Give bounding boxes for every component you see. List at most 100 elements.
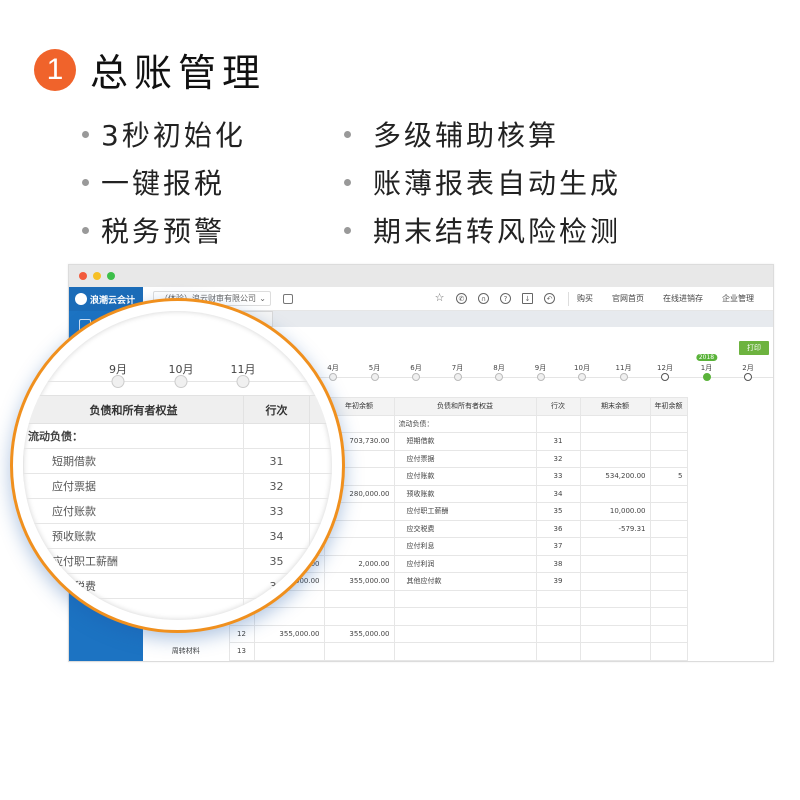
table-cell xyxy=(649,432,688,451)
timeline-dot[interactable] xyxy=(412,373,420,381)
timeline-dot[interactable] xyxy=(370,373,379,381)
table-cell xyxy=(393,624,537,643)
timeline-dot[interactable] xyxy=(236,375,250,388)
feature-item: 期末结转风险检测 xyxy=(344,210,621,250)
export-icon[interactable]: ↓ xyxy=(522,293,533,304)
col-header: 年初余额 xyxy=(649,397,688,416)
table-cell xyxy=(535,589,581,608)
headset-icon[interactable]: ∩ xyxy=(478,293,489,304)
account-name: 应付票据 xyxy=(23,473,244,499)
row-number: 32 xyxy=(243,473,310,499)
timeline-month[interactable]: 5月 xyxy=(369,363,380,373)
table-cell: 534,200.00 xyxy=(579,467,651,486)
table-cell: 12 xyxy=(228,624,255,643)
row-number: 35 xyxy=(243,548,310,574)
table-row: 应付职工薪酬 35 xyxy=(23,548,332,574)
table-row: 周转材料 13 xyxy=(143,642,688,661)
back-icon[interactable]: ↶ xyxy=(544,293,555,304)
table-cell: 应交税费 xyxy=(393,519,537,538)
col-header: 行次 xyxy=(243,395,310,424)
bullet-icon xyxy=(344,226,351,234)
table-cell: 2,000.00 xyxy=(323,554,395,573)
account-name: 应付账款 xyxy=(23,498,244,524)
maximize-window-button[interactable] xyxy=(107,272,115,280)
close-window-button[interactable] xyxy=(79,272,87,280)
section-title: 总账管理 xyxy=(90,51,267,95)
table-cell xyxy=(393,607,537,626)
table-row: 应付账款 33 xyxy=(23,498,332,524)
table-cell: 流动负债： xyxy=(393,414,537,433)
timeline-dot[interactable] xyxy=(536,373,545,381)
table-cell xyxy=(649,519,688,538)
timeline-dot[interactable] xyxy=(702,373,711,381)
help-icon[interactable]: ? xyxy=(500,293,511,304)
table-cell xyxy=(649,642,688,661)
phone-icon[interactable]: ✆ xyxy=(456,293,467,304)
table-cell xyxy=(649,624,688,643)
timeline-dot[interactable] xyxy=(111,375,125,388)
table-cell: 应付利润 xyxy=(393,554,537,573)
timeline-dot[interactable] xyxy=(495,373,503,381)
apps-grid-icon[interactable] xyxy=(283,293,293,304)
account-name: 流动负债： xyxy=(23,423,244,449)
timeline-month[interactable]: 11月 xyxy=(616,363,632,373)
table-cell xyxy=(535,414,581,433)
bullet-icon xyxy=(82,130,89,138)
timeline-dot[interactable] xyxy=(174,375,188,388)
table-cell: 355,000.00 xyxy=(323,624,395,643)
table-cell: 预收账款 xyxy=(393,484,537,503)
feature-item: 税务预警 xyxy=(82,210,225,250)
magnified-table: 负债和所有者权益 行次 流动负债： 短期借款 31 应付票据 32 应付账款 33 预收账款 3… xyxy=(23,395,332,620)
table-cell xyxy=(579,572,651,591)
toolbar-icons: ☆ ✆ ∩ ? ↓ ↶ 购买 官网首页 在线进销存 企业管理 xyxy=(434,291,773,306)
table-cell xyxy=(649,607,688,626)
table-cell: 周转材料 xyxy=(143,642,229,660)
table-cell xyxy=(579,414,651,433)
row-number: 34 xyxy=(243,523,310,549)
row-number: 33 xyxy=(243,498,310,524)
col-header: 负债和所有者权益 xyxy=(393,397,537,416)
feature-item: 多级辅助核算 xyxy=(344,114,559,154)
print-button[interactable]: 打印 xyxy=(739,341,769,355)
table-cell: 其他应付款 xyxy=(393,572,537,591)
account-name: 应付职工薪酬 xyxy=(23,548,244,574)
table-cell xyxy=(579,554,651,573)
timeline-month[interactable]: 7月 xyxy=(452,363,463,373)
table-cell xyxy=(649,572,688,591)
table-row xyxy=(23,598,332,620)
timeline-month[interactable]: 8月 xyxy=(493,363,504,373)
timeline-dot[interactable] xyxy=(661,373,669,381)
bullet-icon xyxy=(344,178,351,186)
timeline-dot[interactable] xyxy=(578,373,586,381)
timeline-month[interactable]: 2月 xyxy=(742,363,753,373)
timeline-dot[interactable] xyxy=(619,373,628,381)
feature-item: 一键报税 xyxy=(82,162,225,202)
nav-link-inventory[interactable]: 在线进销存 xyxy=(663,293,703,304)
timeline-month[interactable]: 1月 xyxy=(701,363,712,373)
table-row: 应付票据 32 xyxy=(23,473,332,499)
star-icon[interactable]: ☆ xyxy=(434,292,445,304)
timeline-dot[interactable] xyxy=(744,373,752,381)
table-cell xyxy=(649,589,688,608)
timeline-month[interactable]: 6月 xyxy=(410,363,421,373)
table-row: 12 355,000.00 355,000.00 xyxy=(143,624,688,643)
table-cell: 31 xyxy=(535,432,581,451)
timeline-month[interactable]: 10月 xyxy=(574,363,590,373)
table-cell: 应付账款 xyxy=(393,467,537,486)
table-cell: 短期借款 xyxy=(393,432,537,451)
table-row: 预收账款 34 xyxy=(23,523,332,549)
timeline-month[interactable]: 12月 xyxy=(657,363,673,373)
nav-link-enterprise[interactable]: 企业管理 xyxy=(722,293,754,304)
table-cell: 34 xyxy=(535,484,581,503)
nav-link-buy[interactable]: 购买 xyxy=(577,293,593,304)
table-cell xyxy=(323,589,395,608)
nav-link-homepage[interactable]: 官网首页 xyxy=(612,293,644,304)
timeline-month[interactable]: 9月 xyxy=(535,363,546,373)
table-cell xyxy=(393,642,537,661)
table-cell: -579.31 xyxy=(579,519,651,538)
feature-item: 账薄报表自动生成 xyxy=(344,162,621,202)
table-cell xyxy=(579,607,651,626)
minimize-window-button[interactable] xyxy=(93,272,101,280)
account-name: 预收账款 xyxy=(23,523,244,549)
timeline-dot[interactable] xyxy=(453,373,462,381)
